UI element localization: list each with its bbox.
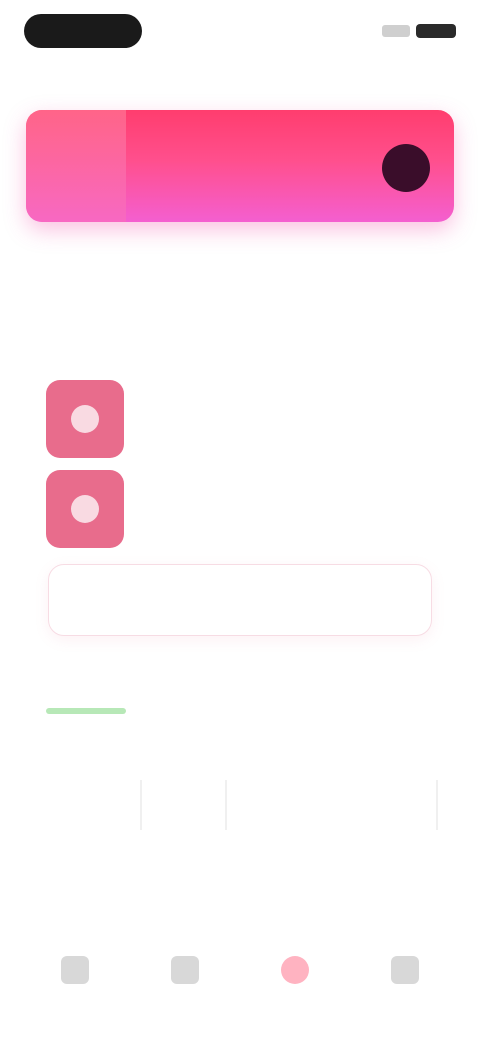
action-1[interactable] [30, 298, 150, 348]
status-icons [382, 24, 456, 38]
divider [436, 780, 438, 830]
stats-row [46, 686, 434, 766]
time-pill [24, 14, 142, 48]
item-thumbnail [46, 380, 124, 458]
banner-art [26, 110, 126, 222]
tab-search[interactable] [145, 956, 225, 990]
search-icon [171, 956, 199, 984]
divider [225, 780, 227, 830]
divider [140, 780, 142, 830]
tab-bar [0, 930, 480, 1016]
list-item[interactable] [46, 380, 446, 458]
stat-left [46, 686, 216, 714]
cta-button[interactable] [48, 564, 432, 636]
quick-actions [30, 298, 450, 348]
avatar[interactable] [382, 144, 430, 192]
profile-icon [391, 956, 419, 984]
tab-profile[interactable] [365, 956, 445, 990]
signal-icon [382, 25, 410, 37]
action-2[interactable] [180, 298, 300, 348]
status-bar [24, 14, 456, 50]
tab-favorites[interactable] [255, 956, 335, 990]
stat-right [266, 686, 436, 708]
home-icon [61, 956, 89, 984]
action-3[interactable] [330, 298, 450, 348]
promo-banner[interactable] [26, 110, 454, 222]
tab-home[interactable] [35, 956, 115, 990]
list-item[interactable] [46, 470, 446, 548]
greeting-text [34, 78, 234, 96]
item-thumbnail [46, 470, 124, 548]
heart-icon [281, 956, 309, 984]
progress-bar [46, 708, 126, 714]
play-icon [71, 405, 99, 433]
battery-icon [416, 24, 456, 38]
play-icon [71, 495, 99, 523]
